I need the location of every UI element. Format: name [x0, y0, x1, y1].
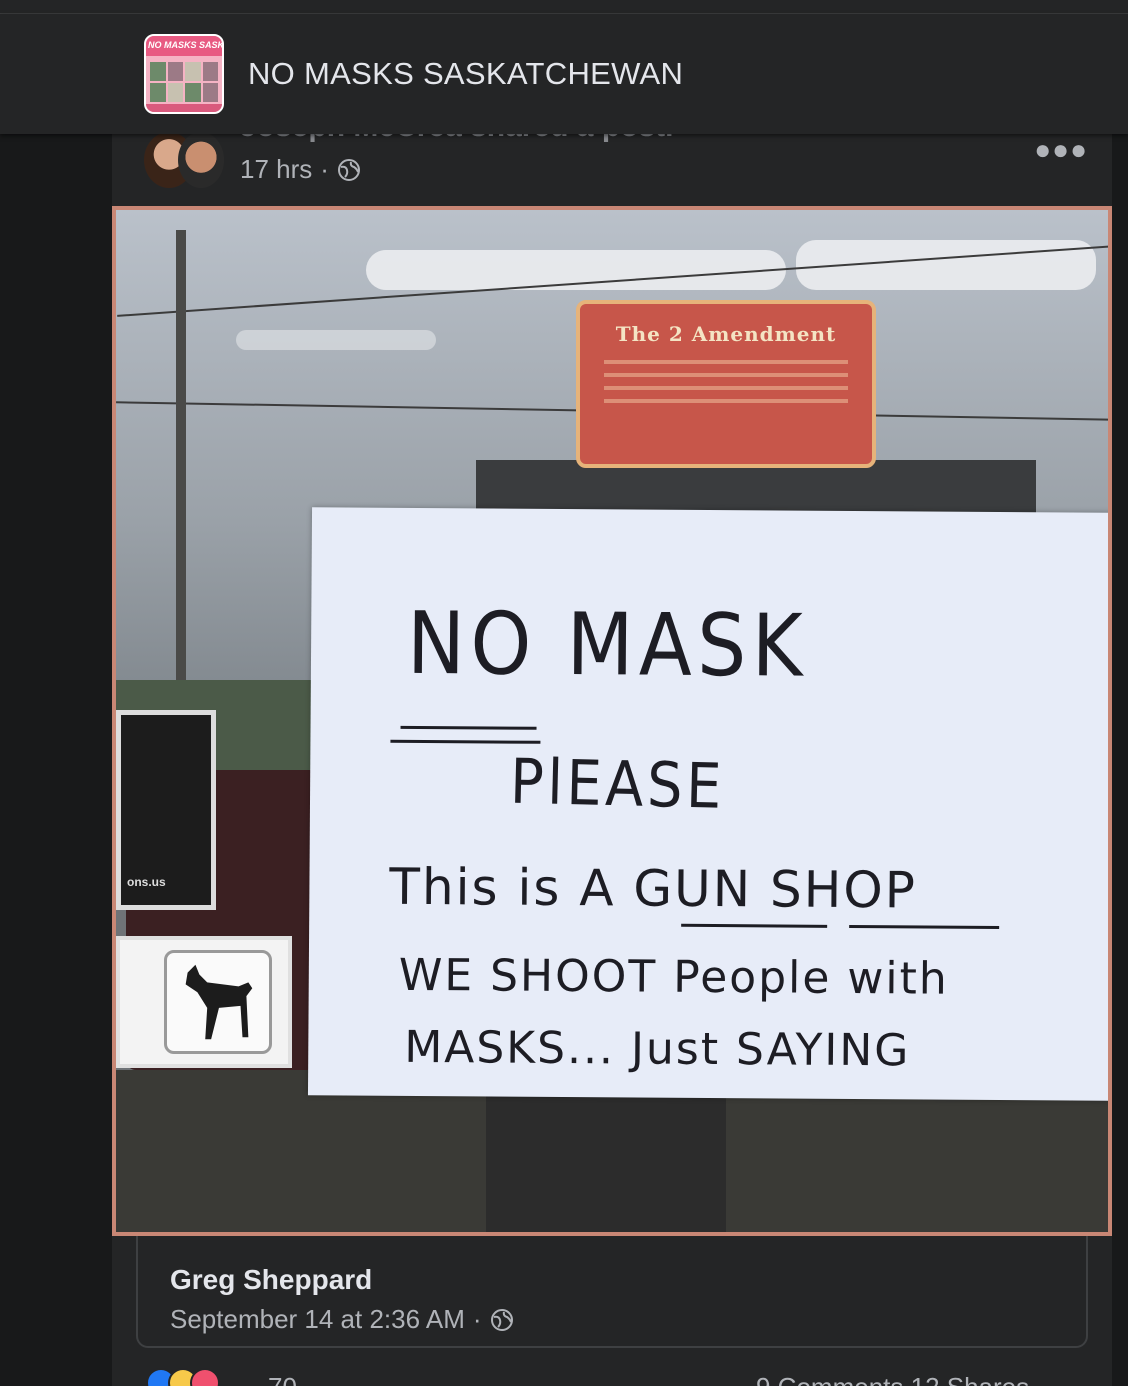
- dog-sign: [116, 936, 292, 1068]
- utility-pole: [176, 230, 186, 750]
- shared-timestamp: September 14 at 2:36 AM ·: [170, 1304, 514, 1335]
- separator: ·: [472, 1304, 482, 1334]
- group-thumbnail[interactable]: NO MASKS SASK: [144, 34, 224, 114]
- sign-line-4: WE SHOOT People with: [398, 949, 949, 1005]
- group-header: NO MASKS SASK NO MASKS SASKATCHEWAN: [0, 14, 1128, 134]
- separator: ·: [320, 154, 329, 184]
- shared-author-name[interactable]: Greg Sheppard: [170, 1264, 372, 1296]
- reaction-icons[interactable]: [146, 1368, 220, 1386]
- shared-post-attribution[interactable]: Greg Sheppard September 14 at 2:36 AM ·: [136, 1236, 1088, 1348]
- amendment-plaque: The 2 Amendment: [576, 300, 876, 468]
- sign-line-3: This is A GUN SHOP: [389, 857, 918, 920]
- avatar[interactable]: [144, 132, 224, 188]
- window-sticker: ons.us: [116, 710, 216, 910]
- shared-date[interactable]: September 14 at 2:36 AM: [170, 1304, 465, 1335]
- post-author-row: Joseph McCrea shared a post. 17 hrs · ●●…: [144, 110, 1104, 196]
- dog-icon: [185, 964, 253, 1040]
- comments-shares-count[interactable]: 9 Comments 12 Shares: [756, 1372, 1029, 1386]
- sign-line-5: MASKS... Just SAYING: [404, 1021, 911, 1077]
- more-options-icon[interactable]: ●●●: [1034, 134, 1088, 166]
- sign-line-1: NO MASK: [406, 593, 809, 697]
- post-time[interactable]: 17 hrs: [240, 154, 312, 185]
- window-sticker-text: ons.us: [127, 875, 166, 889]
- globe-icon: [337, 158, 360, 181]
- sign-line-2: PlEASE: [509, 744, 726, 823]
- post-timestamp: 17 hrs ·: [240, 154, 361, 185]
- reaction-count[interactable]: 70: [268, 1372, 297, 1386]
- top-bar: [0, 0, 1128, 14]
- plaque-title: The 2 Amendment: [615, 322, 837, 346]
- post-photo[interactable]: The 2 Amendment ons.us NO MASK PlEASE Th…: [112, 206, 1112, 1236]
- group-thumbnail-text: NO MASKS SASK: [146, 36, 222, 56]
- handwritten-sign: NO MASK PlEASE This is A GUN SHOP WE SHO…: [307, 507, 1108, 1101]
- globe-icon: [490, 1308, 513, 1331]
- group-title[interactable]: NO MASKS SASKATCHEWAN: [248, 56, 683, 92]
